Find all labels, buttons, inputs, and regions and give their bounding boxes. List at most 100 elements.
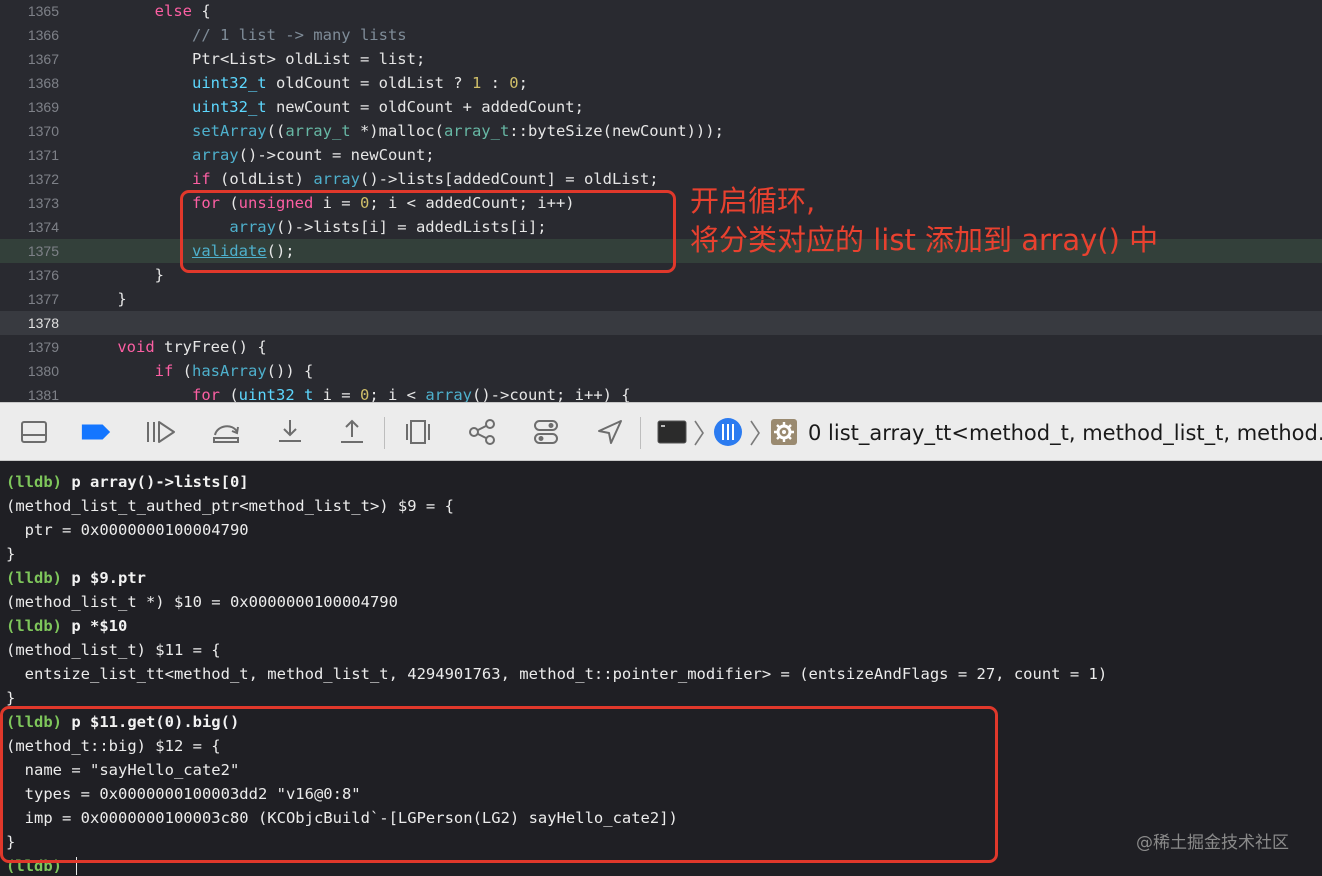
- process-terminal-icon[interactable]: [656, 417, 688, 447]
- code-token: :: [481, 74, 510, 92]
- code-line[interactable]: 1371 array()->count = newCount;: [0, 143, 1322, 167]
- code-token: tryFree: [164, 338, 230, 356]
- annotation-text-line-2: 将分类对应的 list 添加到 array() 中: [690, 223, 1159, 257]
- toolbar-separator: [384, 417, 385, 449]
- code-line[interactable]: 1377 }: [0, 287, 1322, 311]
- line-number[interactable]: 1369: [0, 95, 59, 119]
- stack-frame-label[interactable]: 0 list_array_tt<method_t, method_list_t,…: [808, 416, 1322, 450]
- code-token: ()) {: [266, 362, 314, 380]
- code-line[interactable]: 1379 void tryFree() {: [0, 335, 1322, 359]
- output-text: (method_list_t) $11 = {: [6, 641, 221, 659]
- stack-frame-gear-icon[interactable]: [768, 417, 800, 447]
- code-token: array: [191, 146, 239, 164]
- code-line[interactable]: 1380 if (hasArray()) {: [0, 359, 1322, 383]
- step-into-icon[interactable]: [274, 417, 306, 447]
- code-line[interactable]: 1378: [0, 311, 1322, 335]
- toolbar-separator: [640, 417, 641, 449]
- simulate-location-icon[interactable]: [594, 417, 626, 447]
- console-output-line: ptr = 0x0000000100004790: [6, 518, 249, 542]
- line-number[interactable]: 1375: [0, 239, 59, 263]
- debug-toolbar: 0 list_array_tt<method_t, method_list_t,…: [0, 402, 1322, 461]
- line-number[interactable]: 1366: [0, 23, 59, 47]
- line-number[interactable]: 1373: [0, 191, 59, 215]
- code-token: uint32_t: [191, 98, 267, 116]
- line-number[interactable]: 1367: [0, 47, 59, 71]
- code-line[interactable]: 1381 for (uint32_t i = 0; i < array()->c…: [0, 383, 1322, 402]
- lldb-prompt: (lldb): [6, 473, 62, 491]
- code-line[interactable]: 1372 if (oldList) array()->lists[addedCo…: [0, 167, 1322, 191]
- console-output-line: (method_list_t_authed_ptr<method_list_t>…: [6, 494, 454, 518]
- environment-overrides-icon[interactable]: [530, 417, 562, 447]
- line-number[interactable]: 1378: [0, 311, 59, 335]
- code-token: }: [80, 290, 127, 308]
- code-token: array_t: [285, 122, 351, 140]
- step-out-icon[interactable]: [336, 417, 368, 447]
- step-over-icon[interactable]: [210, 417, 242, 447]
- line-number[interactable]: 1370: [0, 119, 59, 143]
- hide-debug-area-icon[interactable]: [18, 417, 50, 447]
- view-hierarchy-icon[interactable]: [402, 417, 434, 447]
- lldb-prompt: (lldb): [6, 569, 62, 587]
- code-token: if: [191, 170, 211, 188]
- code-token: }: [80, 266, 164, 284]
- code-token: else: [154, 2, 192, 20]
- line-number[interactable]: 1380: [0, 359, 59, 383]
- line-number[interactable]: 1372: [0, 167, 59, 191]
- lldb-prompt: (lldb): [6, 617, 62, 635]
- line-number[interactable]: 1374: [0, 215, 59, 239]
- line-number[interactable]: 1376: [0, 263, 59, 287]
- console-command-line: (lldb) p $9.ptr: [6, 566, 146, 590]
- thread-icon[interactable]: [712, 417, 744, 447]
- code-line[interactable]: 1366 // 1 list -> many lists: [0, 23, 1322, 47]
- code-line[interactable]: 1365 else {: [0, 0, 1322, 23]
- output-text: entsize_list_tt<method_t, method_list_t,…: [6, 665, 1108, 683]
- line-number[interactable]: 1381: [0, 383, 59, 402]
- continue-icon[interactable]: [144, 417, 176, 447]
- line-number[interactable]: 1379: [0, 335, 59, 359]
- code-token: () {: [229, 338, 267, 356]
- code-line[interactable]: 1367 Ptr<List> oldList = list;: [0, 47, 1322, 71]
- code-text: setArray((array_t *)malloc(array_t::byte…: [80, 119, 724, 143]
- code-token: ; i <: [369, 386, 426, 402]
- code-token: for: [191, 386, 220, 402]
- output-text: }: [6, 689, 16, 707]
- code-token: setArray: [191, 122, 267, 140]
- console-command-line: (lldb) p array()->lists[0]: [6, 470, 249, 494]
- console-command-line: (lldb) p *$10: [6, 614, 127, 638]
- code-token: if: [154, 362, 174, 380]
- breakpoints-toggle-icon[interactable]: [80, 417, 112, 447]
- code-token: array_t: [443, 122, 510, 140]
- code-text: for (uint32_t i = 0; i < array()->count;…: [80, 383, 631, 402]
- line-number[interactable]: 1365: [0, 0, 59, 23]
- line-number[interactable]: 1368: [0, 71, 59, 95]
- code-text: }: [80, 287, 127, 311]
- code-token: array: [425, 386, 472, 402]
- line-number[interactable]: 1371: [0, 143, 59, 167]
- memory-graph-icon[interactable]: [466, 417, 498, 447]
- console-output-line: }: [6, 542, 15, 566]
- lldb-console[interactable]: (lldb) p array()->lists[0] (method_list_t…: [0, 461, 1322, 876]
- code-line[interactable]: 1370 setArray((array_t *)malloc(array_t:…: [0, 119, 1322, 143]
- code-token: *)malloc(: [350, 122, 444, 140]
- annotation-highlight-box: [0, 706, 998, 863]
- code-token: uint32_t: [191, 74, 267, 92]
- code-token: ;: [518, 74, 528, 92]
- code-token: (: [219, 386, 239, 402]
- watermark-text: @稀土掘金技术社区: [1136, 833, 1289, 853]
- code-token: {: [191, 2, 211, 20]
- source-editor[interactable]: 1365 else {1366 // 1 list -> many lists 1…: [0, 0, 1322, 402]
- code-line[interactable]: 1369 uint32_t newCount = oldCount + adde…: [0, 95, 1322, 119]
- line-number[interactable]: 1377: [0, 287, 59, 311]
- code-text: }: [80, 263, 164, 287]
- code-token: 0: [359, 386, 370, 402]
- code-line[interactable]: 1368 uint32_t oldCount = oldList ? 1 : 0…: [0, 71, 1322, 95]
- code-token: ::byteSize(newCount)));: [509, 122, 724, 140]
- code-token: array: [313, 170, 360, 188]
- code-text: // 1 list -> many lists: [80, 23, 407, 47]
